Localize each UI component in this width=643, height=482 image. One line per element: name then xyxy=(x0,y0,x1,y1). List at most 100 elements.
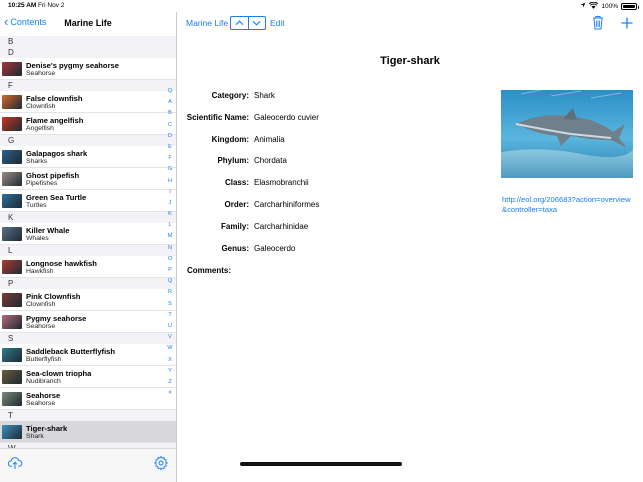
status-time: 10:25 AM xyxy=(8,2,37,9)
section-header: B xyxy=(0,36,176,47)
list-item-category: Seahorse xyxy=(26,70,56,77)
field-label: Kingdom: xyxy=(211,134,249,144)
section-header: K xyxy=(0,212,176,223)
index-letter[interactable]: E xyxy=(166,142,174,153)
list-item-category: Pipefishes xyxy=(26,180,58,187)
index-letter[interactable]: I xyxy=(166,187,174,198)
sidebar: ‹ Contents Marine Life B D Denise's pygmy … xyxy=(0,12,177,482)
list-item-name: Pygmy seahorse xyxy=(26,314,87,323)
index-letter[interactable]: U xyxy=(166,321,174,332)
index-letter[interactable]: O xyxy=(166,254,174,265)
status-bar: 10:25 AM Fri Nov 2 100% xyxy=(0,0,643,12)
index-letter[interactable]: P xyxy=(166,265,174,276)
list-item-category: Clownfish xyxy=(26,103,56,110)
list-item[interactable]: False clownfish Clownfish xyxy=(0,91,176,113)
list-item-category: Seahorse xyxy=(26,400,56,407)
list-item[interactable]: Flame angelfish Angelfish xyxy=(0,113,176,135)
comments-label: Comments: xyxy=(187,266,232,275)
field-value: Galeocerdo xyxy=(254,243,296,253)
gear-icon[interactable] xyxy=(153,455,169,476)
list-item[interactable]: Green Sea Turtle Turtles xyxy=(0,190,176,212)
index-letter[interactable]: S xyxy=(166,299,174,310)
index-letter[interactable]: Q xyxy=(166,276,174,287)
index-letter[interactable]: W xyxy=(166,343,174,354)
field-value: Galeocerdo cuvier xyxy=(254,112,319,122)
field-value: Elasmobranchii xyxy=(254,178,309,188)
index-letter[interactable]: R xyxy=(166,287,174,298)
index-letter[interactable]: X xyxy=(166,355,174,366)
cloud-sync-icon[interactable] xyxy=(7,455,23,476)
species-thumbnail xyxy=(2,150,22,164)
index-letter[interactable]: V xyxy=(166,332,174,343)
field-label: Order: xyxy=(224,200,249,209)
field-label: Family: xyxy=(220,221,249,231)
list-item[interactable]: Sea-clown triopha Nudibranch xyxy=(0,366,176,388)
field-value: Chordata xyxy=(254,156,287,166)
section-header: T xyxy=(0,410,176,421)
add-icon[interactable] xyxy=(621,16,633,34)
field-label: Category: xyxy=(211,91,249,100)
field-label: Phylum: xyxy=(217,156,249,166)
list-item[interactable]: Pygmy seahorse Seahorse xyxy=(0,311,176,333)
species-list[interactable]: B D Denise's pygmy seahorse Seahorse F False … xyxy=(0,36,176,450)
index-letter[interactable]: Z xyxy=(166,377,174,388)
list-item[interactable]: Seahorse Seahorse xyxy=(0,388,176,410)
list-item[interactable]: Ghost pipefish Pipefishes xyxy=(0,168,176,190)
list-item-category: Seahorse xyxy=(26,323,56,330)
species-thumbnail xyxy=(2,95,22,109)
species-thumbnail xyxy=(2,293,22,307)
status-right: 100% xyxy=(580,1,639,11)
list-item[interactable]: Killer Whale Whales xyxy=(0,223,176,245)
next-button[interactable] xyxy=(247,17,266,29)
species-thumbnail xyxy=(2,227,22,241)
list-item[interactable]: Galapagos shark Sharks xyxy=(0,146,176,168)
field-value: Animalia xyxy=(254,134,285,144)
species-photo xyxy=(501,90,633,178)
page-title: Tiger-shark xyxy=(380,55,440,67)
nav-back-link[interactable]: Marine Life xyxy=(186,18,228,28)
list-item[interactable]: Longnose hawkfish Hawkfish xyxy=(0,256,176,278)
field-label: Genus: xyxy=(221,243,249,253)
home-indicator[interactable] xyxy=(240,462,402,466)
list-item-category: Butterflyfish xyxy=(26,356,62,363)
list-item-name: Tiger-shark xyxy=(26,424,68,433)
sidebar-toolbar xyxy=(0,448,176,482)
list-item-category: Whales xyxy=(26,235,49,242)
list-item[interactable]: Denise's pygmy seahorse Seahorse xyxy=(0,58,176,80)
wifi-icon xyxy=(589,1,599,11)
list-item[interactable]: Tiger-shark Shark xyxy=(0,421,176,443)
species-thumbnail xyxy=(2,62,22,76)
chevron-down-icon xyxy=(252,20,261,26)
section-header: F xyxy=(0,80,176,91)
list-item-category: Shark xyxy=(26,433,44,440)
list-item-name: Saddleback Butterflyfish xyxy=(26,347,116,356)
list-item-category: Angelfish xyxy=(26,125,54,132)
field-value: Shark xyxy=(254,91,275,100)
index-letter[interactable]: K xyxy=(166,209,174,220)
trash-icon[interactable] xyxy=(592,15,604,35)
list-item-name: Green Sea Turtle xyxy=(26,193,87,202)
list-item-name: Killer Whale xyxy=(26,226,70,235)
list-item-category: Nudibranch xyxy=(26,378,61,385)
list-item[interactable]: Pink Clownfish Clownfish xyxy=(0,289,176,311)
previous-button[interactable] xyxy=(231,17,248,29)
species-thumbnail xyxy=(2,172,22,186)
list-item-name: Denise's pygmy seahorse xyxy=(26,61,119,70)
battery-percent: 100% xyxy=(601,2,618,10)
index-letter[interactable]: M xyxy=(166,231,174,242)
index-letter[interactable]: # xyxy=(166,388,174,399)
edit-button[interactable]: Edit xyxy=(270,18,285,28)
source-url-link[interactable]: http://eol.org/206683?action=overview&co… xyxy=(502,195,634,215)
list-item-name: Pink Clownfish xyxy=(26,292,81,301)
list-item-name: Ghost pipefish xyxy=(26,171,80,180)
battery-icon xyxy=(621,2,639,10)
record-stepper xyxy=(230,16,266,30)
field-value: Carcharhinidae xyxy=(254,221,309,231)
section-header: L xyxy=(0,245,176,256)
index-letter[interactable]: T xyxy=(166,310,174,321)
detail-pane: Marine Life Edit Tiger-shark Category: Sh… xyxy=(177,12,643,482)
index-letter[interactable]: G xyxy=(166,164,174,175)
section-header: G xyxy=(0,135,176,146)
list-item[interactable]: Saddleback Butterflyfish Butterflyfish xyxy=(0,344,176,366)
index-letter[interactable]: Y xyxy=(166,366,174,377)
